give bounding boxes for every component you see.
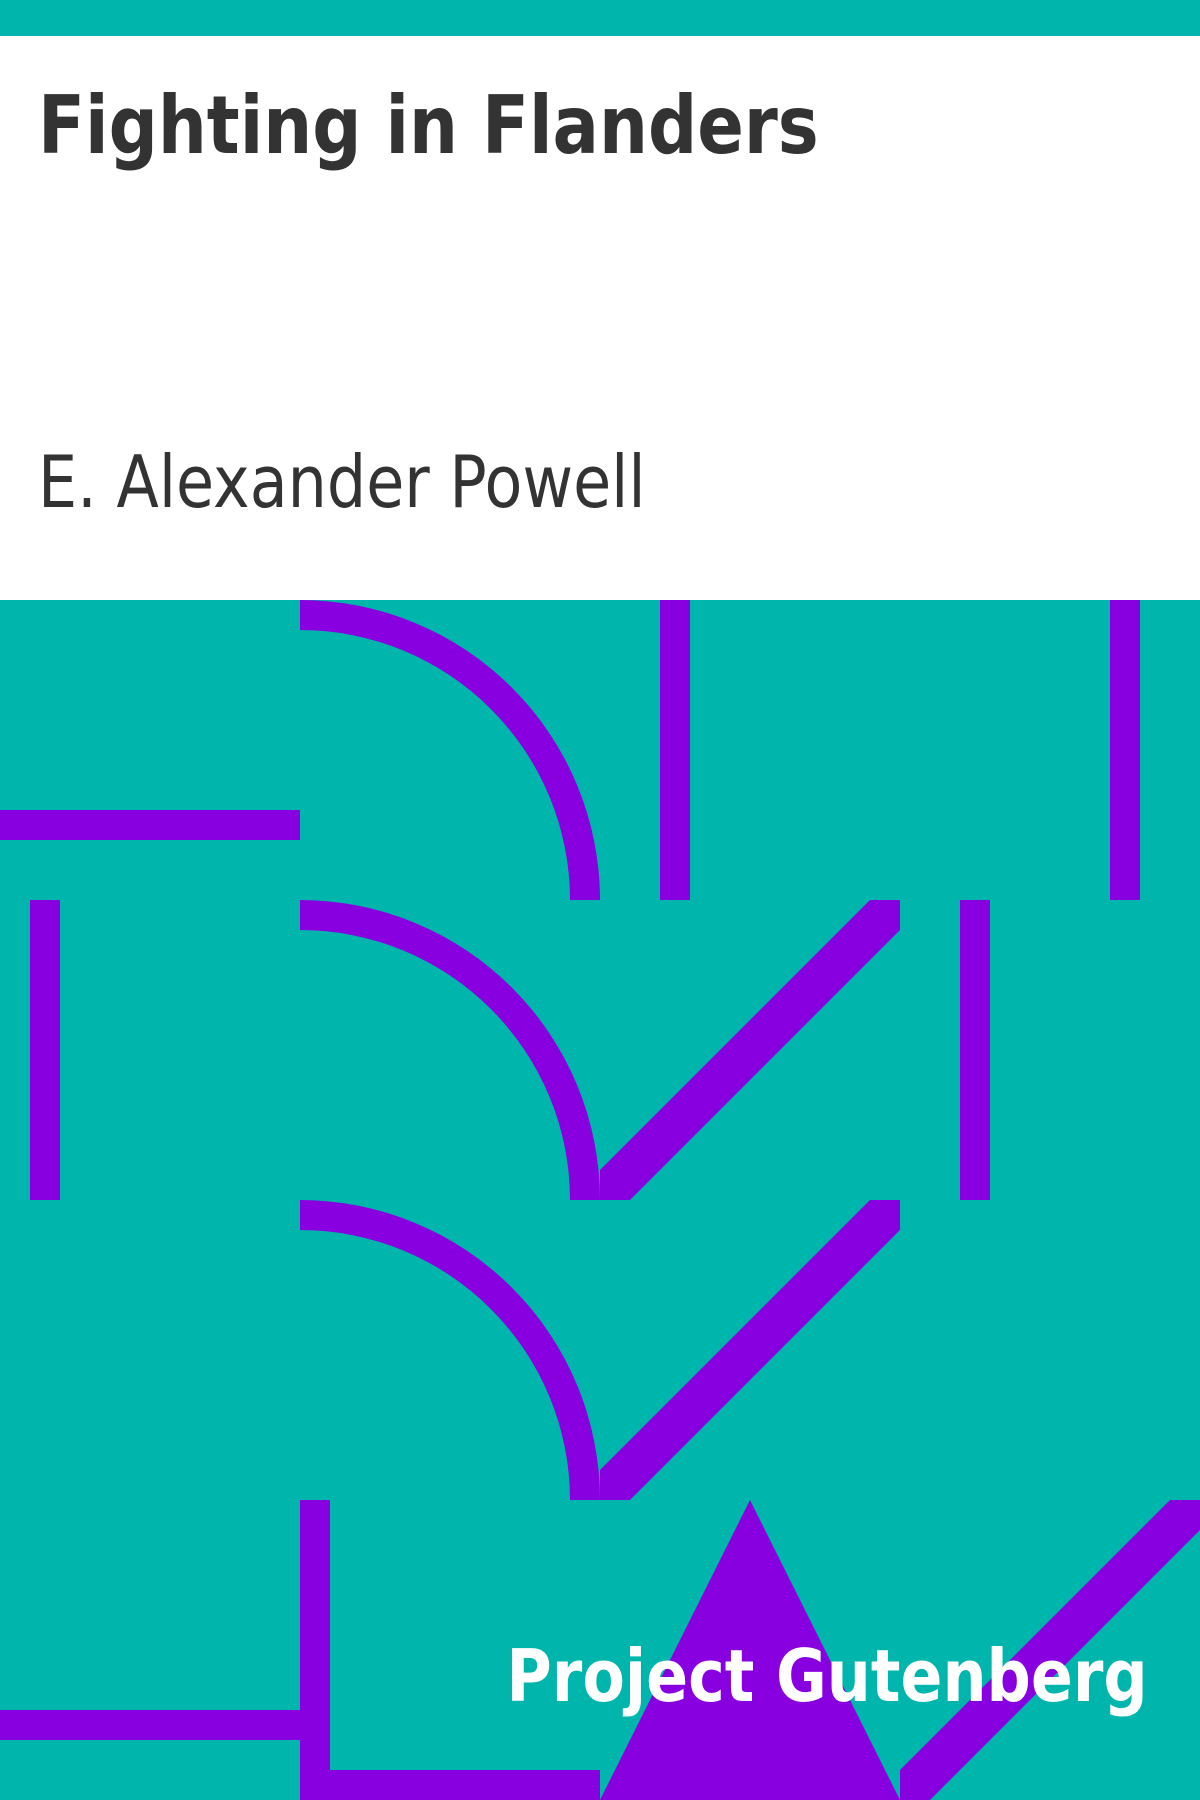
pattern-bar <box>960 900 990 1200</box>
pattern-bar <box>1110 600 1140 900</box>
pattern-bar <box>0 1710 300 1740</box>
pattern-bar <box>0 810 300 840</box>
cover-pattern <box>0 600 1200 1800</box>
pattern-bar <box>660 600 690 900</box>
top-color-band <box>0 0 1200 36</box>
pattern-bar <box>30 900 60 1200</box>
pattern-bar <box>330 1770 600 1800</box>
book-author: E. Alexander Powell <box>38 440 646 524</box>
book-title: Fighting in Flanders <box>38 79 819 172</box>
publisher-label: Project Gutenberg <box>506 1634 1148 1718</box>
pattern-bar <box>300 1500 330 1800</box>
